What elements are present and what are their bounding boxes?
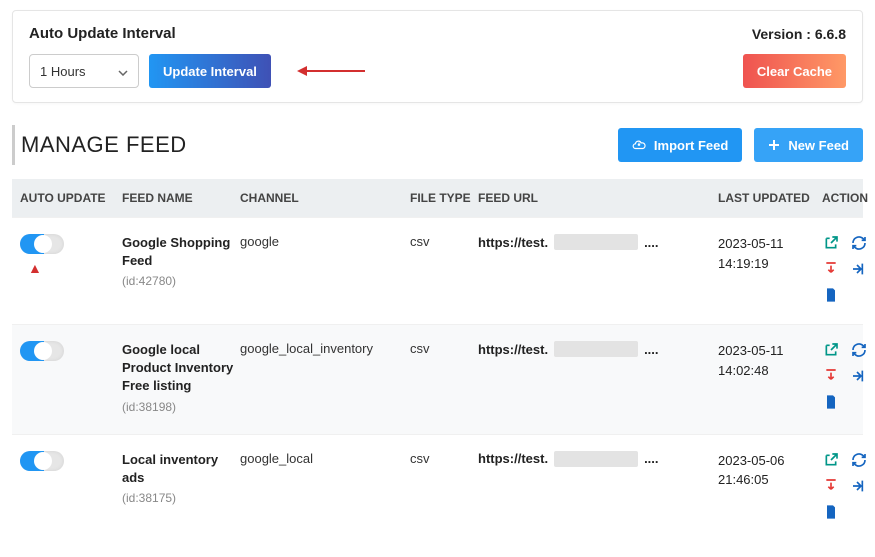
refresh-icon[interactable] (850, 234, 868, 252)
col-file-type: FILE TYPE (410, 191, 478, 205)
manage-feed-actions: Import Feed New Feed (618, 128, 863, 162)
file-icon[interactable] (822, 503, 840, 521)
download-icon[interactable] (822, 260, 840, 278)
col-feed-url: FEED URL (478, 191, 718, 205)
panel-title: Auto Update Interval (29, 25, 176, 42)
export-icon[interactable] (850, 367, 868, 385)
version-label: Version : 6.6.8 (752, 26, 846, 42)
cell-feed-url: https://test. .... (478, 451, 718, 467)
cell-feed-name: Google Shopping Feed (id:42780) (122, 234, 240, 288)
updated-time: 14:19:19 (718, 254, 822, 274)
feed-name-text: Google local Product Inventory Free list… (122, 341, 240, 396)
cell-feed-url: https://test. .... (478, 341, 718, 357)
feed-name-text: Google Shopping Feed (122, 234, 240, 270)
export-icon[interactable] (850, 477, 868, 495)
table-row: ▲ Google Shopping Feed (id:42780) google… (12, 217, 863, 324)
open-link-icon[interactable] (822, 341, 840, 359)
url-redacted (554, 341, 638, 357)
refresh-icon[interactable] (850, 451, 868, 469)
open-link-icon[interactable] (822, 234, 840, 252)
auto-update-toggle[interactable] (20, 451, 64, 471)
cell-action (822, 451, 875, 521)
cell-auto-update: ▲ (20, 234, 122, 276)
export-icon[interactable] (850, 260, 868, 278)
col-channel: CHANNEL (240, 191, 410, 205)
cell-feed-url: https://test. .... (478, 234, 718, 250)
panel-header: Auto Update Interval Version : 6.6.8 (29, 25, 846, 42)
cell-channel: google_local (240, 451, 410, 466)
manage-feed-header: MANAGE FEED Import Feed New Feed (12, 125, 863, 165)
cell-auto-update (20, 451, 122, 471)
cloud-download-icon (632, 138, 646, 152)
import-feed-button[interactable]: Import Feed (618, 128, 742, 162)
file-icon[interactable] (822, 286, 840, 304)
feed-id-text: (id:38175) (122, 491, 240, 505)
feed-table-header: AUTO UPDATE FEED NAME CHANNEL FILE TYPE … (12, 179, 863, 217)
cell-action (822, 341, 875, 411)
refresh-icon[interactable] (850, 341, 868, 359)
url-suffix: .... (644, 342, 658, 357)
file-icon[interactable] (822, 393, 840, 411)
open-link-icon[interactable] (822, 451, 840, 469)
cell-action (822, 234, 875, 304)
url-redacted (554, 451, 638, 467)
url-prefix: https://test. (478, 235, 548, 250)
cell-feed-name: Google local Product Inventory Free list… (122, 341, 240, 414)
url-prefix: https://test. (478, 451, 548, 466)
auto-update-toggle[interactable] (20, 341, 64, 361)
table-row: Google local Product Inventory Free list… (12, 324, 863, 434)
cell-channel: google_local_inventory (240, 341, 410, 356)
url-suffix: .... (644, 451, 658, 466)
cell-file-type: csv (410, 451, 478, 466)
feed-id-text: (id:38198) (122, 400, 240, 414)
feed-table: AUTO UPDATE FEED NAME CHANNEL FILE TYPE … (12, 179, 863, 541)
cell-file-type: csv (410, 234, 478, 249)
cell-last-updated: 2023-05-11 14:02:48 (718, 341, 822, 380)
updated-date: 2023-05-11 (718, 234, 822, 254)
interval-selected-text: 1 Hours (40, 64, 86, 79)
auto-update-toggle[interactable] (20, 234, 64, 254)
cell-feed-name: Local inventory ads (id:38175) (122, 451, 240, 505)
col-action: ACTION (822, 191, 875, 205)
cell-file-type: csv (410, 341, 478, 356)
updated-time: 21:46:05 (718, 470, 822, 490)
table-row: Local inventory ads (id:38175) google_lo… (12, 434, 863, 541)
interval-select[interactable]: 1 Hours (29, 54, 139, 88)
import-feed-label: Import Feed (654, 138, 728, 153)
download-icon[interactable] (822, 367, 840, 385)
updated-date: 2023-05-06 (718, 451, 822, 471)
clear-cache-button[interactable]: Clear Cache (743, 54, 846, 88)
arrow-up-annotation-icon: ▲ (28, 260, 122, 276)
auto-update-panel: Auto Update Interval Version : 6.6.8 1 H… (12, 10, 863, 103)
download-icon[interactable] (822, 477, 840, 495)
feed-name-text: Local inventory ads (122, 451, 240, 487)
panel-controls: 1 Hours Update Interval Clear Cache (29, 54, 846, 88)
col-auto-update: AUTO UPDATE (20, 191, 122, 205)
col-last-updated: LAST UPDATED (718, 191, 822, 205)
url-prefix: https://test. (478, 342, 548, 357)
url-suffix: .... (644, 235, 658, 250)
arrow-annotation-icon (297, 66, 365, 76)
cell-channel: google (240, 234, 410, 249)
updated-time: 14:02:48 (718, 361, 822, 381)
col-feed-name: FEED NAME (122, 191, 240, 205)
updated-date: 2023-05-11 (718, 341, 822, 361)
url-redacted (554, 234, 638, 250)
new-feed-label: New Feed (788, 138, 849, 153)
cell-last-updated: 2023-05-06 21:46:05 (718, 451, 822, 490)
chevron-down-icon (118, 63, 128, 79)
cell-auto-update (20, 341, 122, 361)
new-feed-button[interactable]: New Feed (754, 128, 863, 162)
feed-id-text: (id:42780) (122, 274, 240, 288)
manage-feed-title: MANAGE FEED (21, 132, 618, 158)
plus-icon (768, 139, 780, 151)
cell-last-updated: 2023-05-11 14:19:19 (718, 234, 822, 273)
update-interval-button[interactable]: Update Interval (149, 54, 271, 88)
